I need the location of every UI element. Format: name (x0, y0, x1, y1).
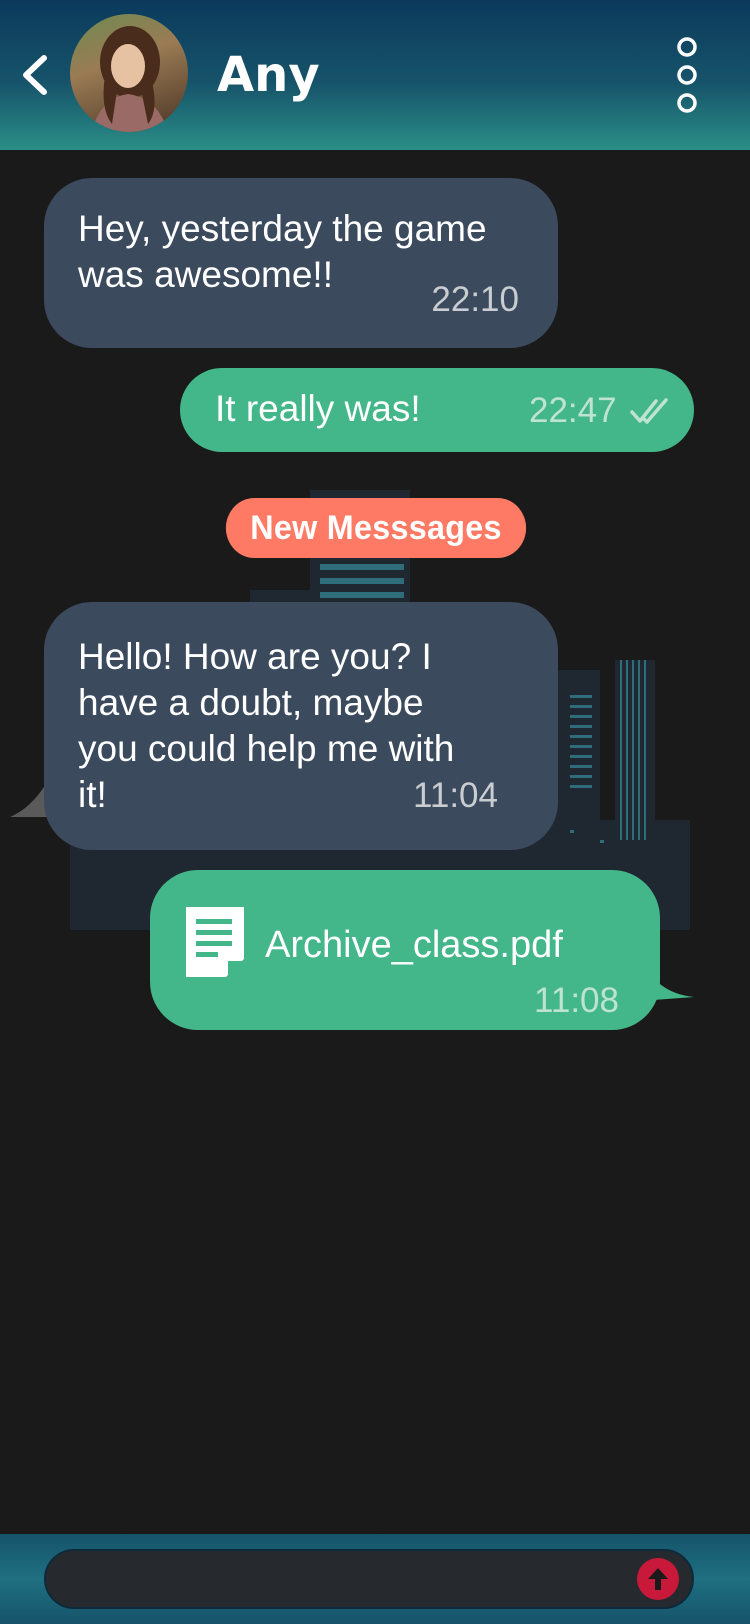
chat-header: Any (0, 0, 750, 150)
message-time: 22:10 (431, 280, 519, 319)
message-time: 11:04 (413, 776, 498, 815)
file-icon (186, 907, 244, 977)
send-button[interactable] (637, 1558, 679, 1600)
message-input[interactable] (44, 1549, 694, 1609)
message-bubble-incoming[interactable]: Hey, yesterday the game was awesome!! 22… (44, 178, 558, 348)
avatar[interactable] (70, 14, 188, 132)
new-messages-divider: New Messsages (225, 498, 527, 558)
double-check-icon (630, 398, 668, 424)
composer-bar (0, 1534, 750, 1624)
message-time: 11:08 (534, 981, 619, 1020)
message-time: 22:47 (529, 391, 617, 430)
more-options-icon[interactable] (670, 36, 704, 114)
back-arrow-icon[interactable] (18, 52, 52, 98)
message-bubble-outgoing[interactable]: It really was! 22:47 (180, 368, 694, 452)
contact-name[interactable]: Any (217, 47, 320, 103)
file-name[interactable]: Archive_class.pdf (265, 922, 563, 968)
avatar-photo (92, 26, 168, 132)
message-bubble-incoming[interactable]: Hello! How are you? I have a doubt, mayb… (44, 602, 558, 850)
arrow-up-icon (648, 1568, 668, 1590)
message-text: It really was! (215, 388, 421, 429)
file-message-bubble[interactable]: Archive_class.pdf 11:08 (150, 870, 660, 1030)
